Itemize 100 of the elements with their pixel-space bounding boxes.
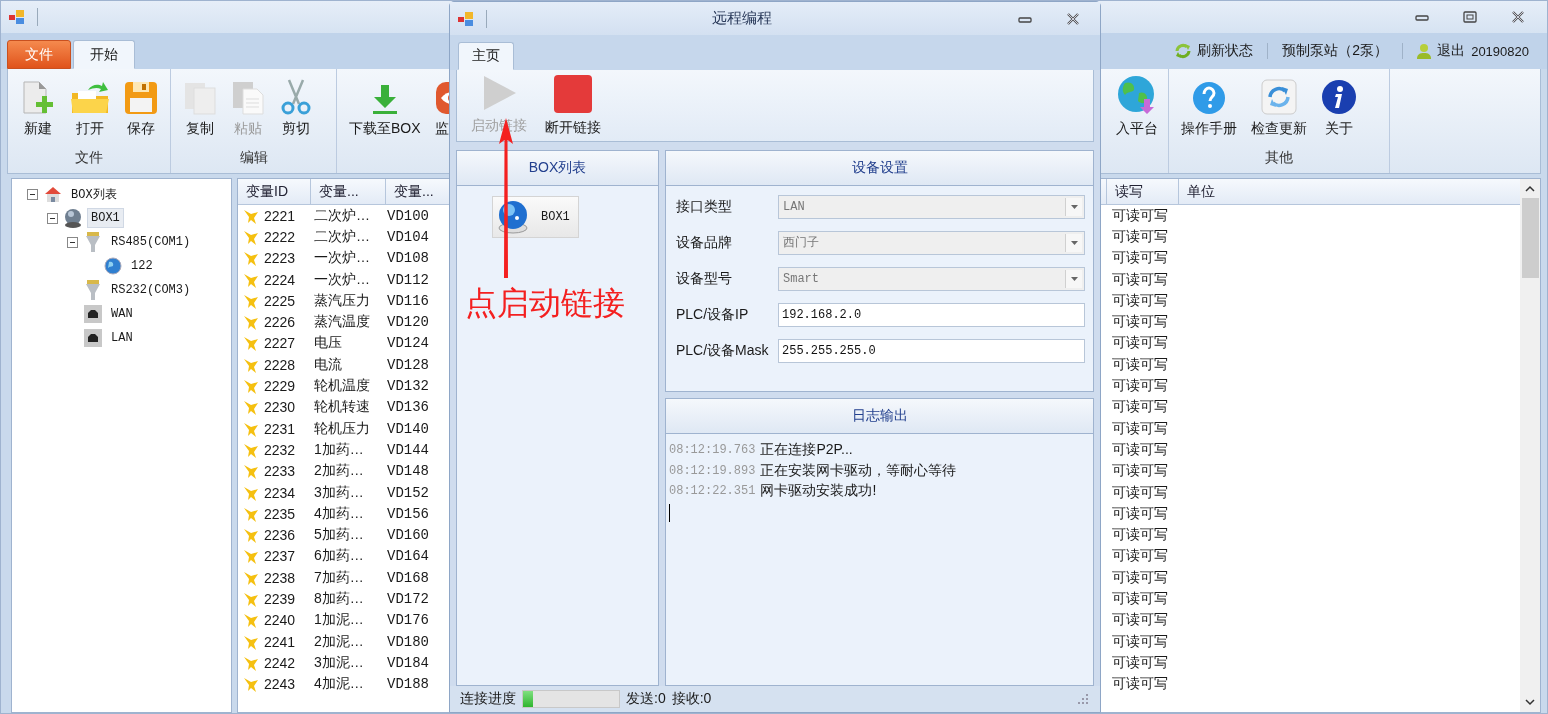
tree-item[interactable]: BOX1 — [87, 208, 124, 228]
pin-icon — [243, 271, 259, 288]
table-cell-text: 可读可写 — [1111, 675, 1169, 694]
ribbon-button[interactable]: 检查更新 — [1245, 75, 1313, 138]
table-cell-text: 可读可写 — [1111, 291, 1169, 310]
table-cell: 2233 — [264, 463, 296, 480]
table-cell-text: 可读可写 — [1111, 504, 1169, 523]
tree-toggle[interactable] — [46, 212, 58, 224]
column-header[interactable]: 读写 — [1106, 179, 1178, 204]
table-cell-text: 可读可写 — [1111, 526, 1169, 545]
pin-icon — [243, 548, 259, 565]
user-id: 20190820 — [1471, 43, 1529, 59]
field-label: 设备品牌 — [676, 233, 733, 252]
box-button[interactable]: BOX1 — [492, 196, 579, 238]
info-icon — [1321, 79, 1357, 115]
table-cell-text: 8加药… — [313, 590, 365, 608]
table-cell: 2223 — [264, 250, 296, 267]
panel-header: 日志输出 — [666, 399, 1093, 434]
ribbon-button[interactable]: 下载至BOX — [343, 75, 427, 138]
table-cell-text: 可读可写 — [1111, 547, 1169, 566]
table-cell-text: 可读可写 — [1111, 419, 1169, 438]
table-cell-text: 二次炉… — [313, 206, 371, 225]
globe-icon — [104, 257, 122, 275]
ribbon-button[interactable]: 新建 — [14, 75, 62, 138]
scroll-up-icon[interactable] — [1525, 185, 1535, 192]
table-cell-text: 5加药… — [313, 526, 365, 545]
ribbon-button[interactable]: 复制 — [177, 75, 223, 138]
column-header[interactable]: 变量... — [385, 179, 445, 204]
log-message: 正在连接P2P... — [760, 441, 853, 460]
scrollbar[interactable] — [1520, 179, 1540, 712]
column-header[interactable]: 单位 — [1178, 179, 1250, 204]
group-label: 编辑 — [238, 149, 269, 167]
table-cell-text: 可读可写 — [1111, 611, 1169, 630]
table-cell-text: 7加药… — [313, 568, 365, 587]
log-time: 08:12:19.763 — [669, 443, 756, 458]
scroll-down-icon[interactable] — [1525, 699, 1535, 706]
toolbar-button[interactable]: 断开链接 — [543, 74, 603, 140]
field-label: PLC/设备Mask — [676, 341, 770, 360]
tree-item[interactable]: WAN — [107, 304, 137, 324]
progress-label: 连接进度 — [460, 690, 516, 708]
table-cell-text: VD156 — [386, 505, 430, 522]
tree-item[interactable]: LAN — [107, 328, 137, 348]
folder-icon — [70, 81, 110, 115]
pin-icon — [243, 569, 259, 586]
field-label: PLC/设备IP — [676, 305, 750, 324]
close-button[interactable] — [1066, 12, 1080, 25]
table-cell-text: 1加药… — [313, 440, 365, 459]
table-cell-text: VD132 — [386, 378, 430, 394]
close-button[interactable] — [1511, 11, 1525, 23]
tree-toggle[interactable] — [66, 236, 78, 248]
pin-icon — [243, 335, 259, 352]
pin-icon — [243, 356, 259, 373]
table-cell-text: 轮机温度 — [313, 377, 371, 395]
input-field[interactable]: 192.168.2.0 — [778, 302, 1085, 327]
tree-item[interactable]: BOX列表 — [67, 182, 121, 206]
table-cell: 2239 — [264, 591, 296, 607]
pin-icon — [243, 463, 259, 480]
tree-item[interactable]: RS232(COM3) — [107, 280, 195, 300]
house-icon — [44, 186, 62, 202]
table-cell: 2236 — [264, 527, 296, 544]
connector-icon — [85, 280, 101, 300]
tree-item[interactable]: 122 — [127, 256, 157, 276]
table-cell-text: 可读可写 — [1111, 398, 1169, 417]
logout-link[interactable]: 退出 — [1437, 42, 1466, 60]
ribbon-button[interactable]: 保存 — [118, 75, 164, 138]
table-cell: 2232 — [264, 441, 296, 458]
pin-icon — [243, 314, 259, 331]
ribbon-tab[interactable]: 主页 — [458, 42, 514, 70]
table-cell: 2242 — [264, 654, 296, 671]
ribbon-tab[interactable]: 开始 — [73, 40, 135, 69]
maximize-button[interactable] — [1463, 11, 1477, 23]
scroll-thumb[interactable] — [1521, 198, 1539, 278]
input-field[interactable]: 255.255.255.0 — [778, 338, 1085, 363]
refresh-status-button[interactable]: 刷新状态 — [1174, 42, 1254, 60]
tree-toggle[interactable] — [26, 188, 38, 200]
table-cell: 2226 — [264, 314, 296, 331]
table-cell-text: VD148 — [386, 463, 430, 480]
resize-grip-icon[interactable] — [1078, 694, 1088, 704]
pin-icon — [243, 591, 259, 607]
log-time: 08:12:22.351 — [669, 484, 756, 499]
ribbon-button[interactable]: 剪切 — [273, 75, 319, 138]
table-cell-text: VD136 — [386, 399, 430, 416]
ribbon-button[interactable]: 打开 — [64, 75, 116, 138]
table-cell: 2225 — [264, 292, 296, 309]
table-cell-text: VD100 — [386, 207, 430, 224]
table-cell-text: 2加药… — [313, 462, 365, 481]
table-cell-text: VD124 — [386, 335, 430, 352]
column-header[interactable]: 变量ID — [238, 179, 310, 204]
ribbon-button[interactable]: 关于 — [1315, 75, 1363, 138]
pin-icon — [243, 420, 259, 437]
ribbon-button[interactable]: 入平台 — [1110, 75, 1164, 138]
log-time: 08:12:19.893 — [669, 463, 756, 478]
connector-icon — [85, 232, 101, 252]
tree-item[interactable]: RS485(COM1) — [107, 232, 195, 252]
text-cursor — [669, 503, 670, 522]
column-header[interactable]: 变量... — [310, 179, 385, 204]
minimize-button[interactable] — [1415, 12, 1429, 22]
table-cell-text: 可读可写 — [1111, 568, 1169, 587]
ribbon-button[interactable]: 操作手册 — [1175, 75, 1243, 138]
table-cell-text: 二次炉… — [313, 227, 371, 246]
